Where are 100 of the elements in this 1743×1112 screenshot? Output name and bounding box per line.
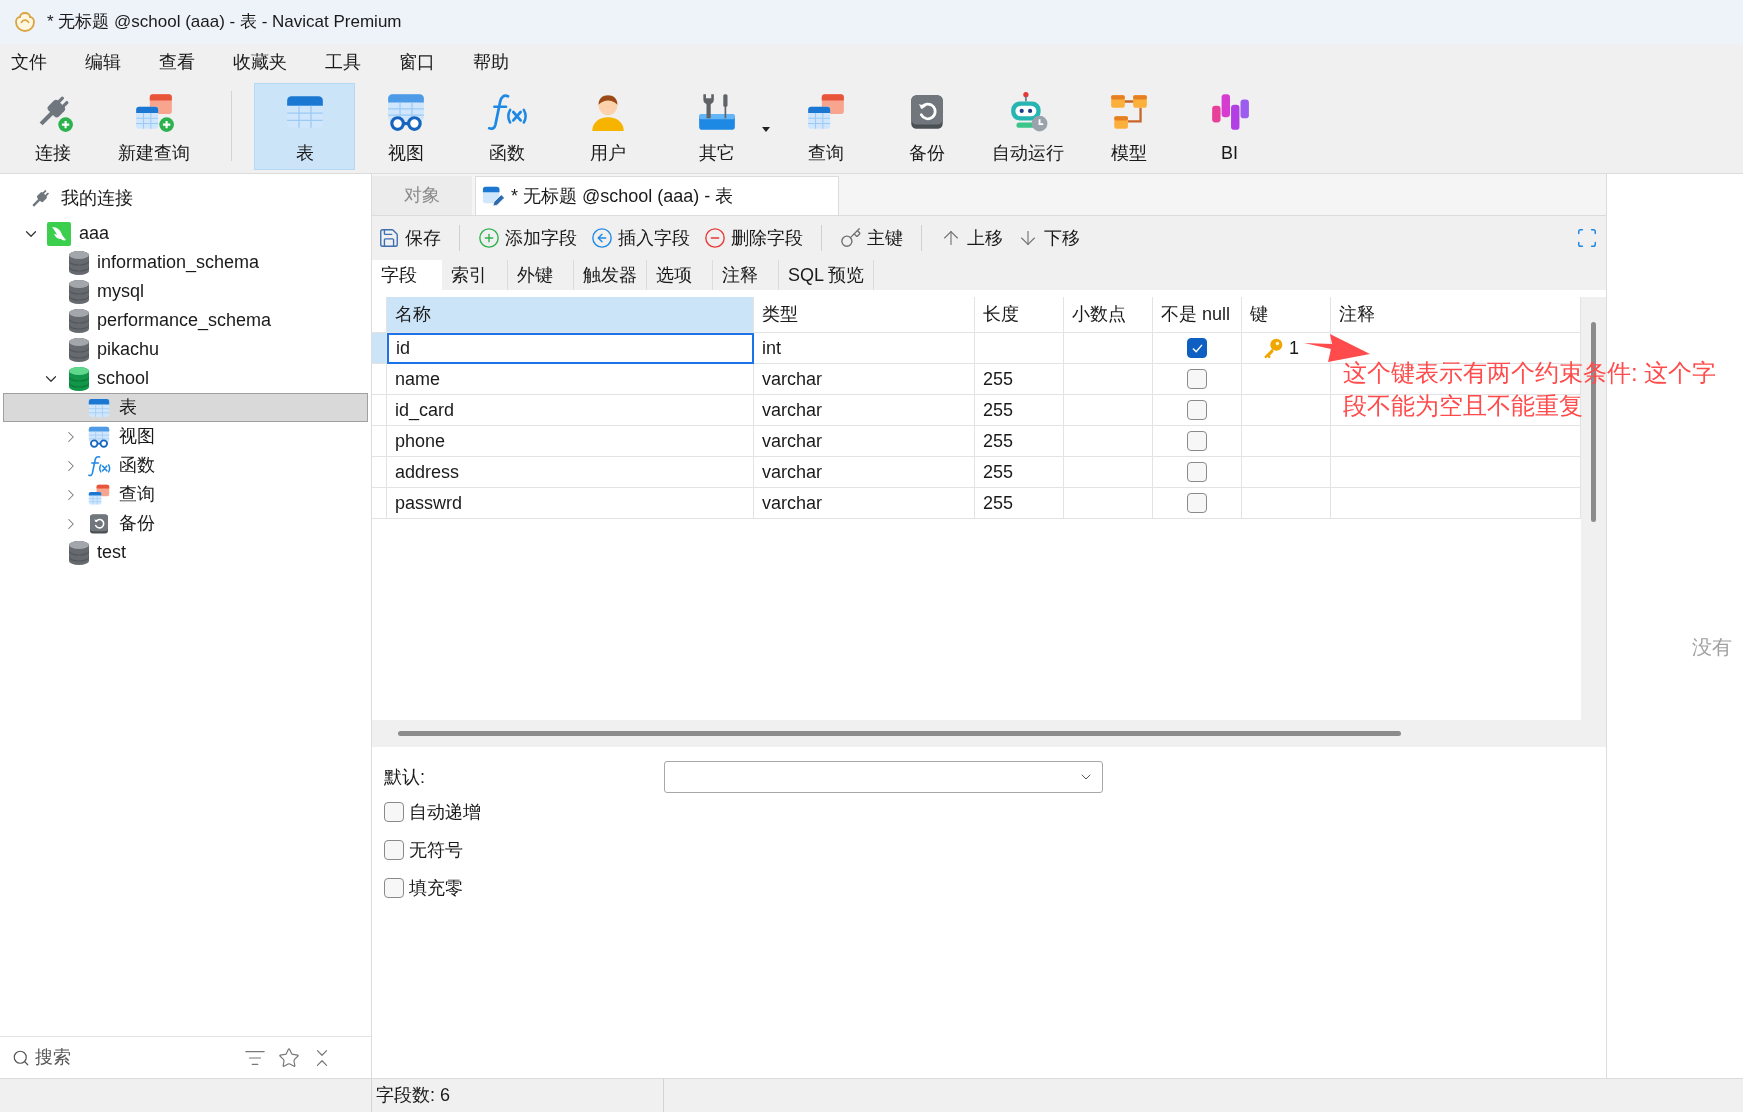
checkbox[interactable] bbox=[1187, 369, 1207, 389]
tree-item[interactable]: 视图 bbox=[3, 422, 368, 451]
toolbar-button[interactable]: 函数 bbox=[456, 83, 557, 170]
table-cell: varchar bbox=[754, 426, 975, 457]
toolbar-action[interactable]: 添加字段 bbox=[474, 221, 581, 255]
toolbar-button[interactable]: 其它 bbox=[658, 83, 775, 170]
option-label: 无符号 bbox=[409, 838, 463, 862]
tree-item[interactable]: mysql bbox=[3, 277, 368, 306]
left-arrow-circle-icon bbox=[591, 227, 613, 249]
menu-item[interactable]: 收藏夹 bbox=[225, 48, 295, 76]
checkbox[interactable] bbox=[384, 802, 404, 822]
tree-item[interactable]: school bbox=[3, 364, 368, 393]
function-icon bbox=[87, 453, 111, 478]
tree-item[interactable]: test bbox=[3, 538, 368, 567]
toolbar-button[interactable]: 视图 bbox=[355, 83, 456, 170]
menu-item[interactable]: 文件 bbox=[3, 48, 55, 76]
tree-item[interactable]: 查询 bbox=[3, 480, 368, 509]
row-marker[interactable] bbox=[372, 426, 387, 457]
document-tab[interactable]: * 无标题 @school (aaa) - 表 bbox=[475, 176, 839, 215]
row-marker[interactable] bbox=[372, 364, 387, 395]
checkbox[interactable] bbox=[1187, 400, 1207, 420]
table-cell: 255 bbox=[975, 488, 1064, 519]
toolbar-button[interactable]: 新建查询 bbox=[103, 83, 204, 170]
column-header: 键 bbox=[1242, 297, 1331, 333]
table-cell: passwrd bbox=[387, 488, 754, 519]
table-edit-icon bbox=[482, 185, 504, 207]
table-cell: varchar bbox=[754, 457, 975, 488]
tree-item[interactable]: aaa bbox=[3, 219, 368, 248]
table-cell: varchar bbox=[754, 488, 975, 519]
table-cell: 255 bbox=[975, 364, 1064, 395]
tree-item[interactable]: performance_schema bbox=[3, 306, 368, 335]
fullscreen-icon[interactable] bbox=[1576, 227, 1598, 249]
toolbar-action[interactable]: 插入字段 bbox=[587, 221, 694, 255]
table-cell: int bbox=[754, 333, 975, 364]
star-icon[interactable] bbox=[278, 1046, 300, 1069]
column-header: 小数点 bbox=[1064, 297, 1153, 333]
table-cell: 255 bbox=[975, 426, 1064, 457]
tree-item[interactable]: 表 bbox=[3, 393, 368, 422]
column-header: 注释 bbox=[1331, 297, 1581, 333]
column-header: 不是 null bbox=[1153, 297, 1242, 333]
check-icon bbox=[1191, 343, 1203, 353]
name-input[interactable]: id bbox=[387, 333, 754, 364]
table-cell: phone bbox=[387, 426, 754, 457]
table-cell: name bbox=[387, 364, 754, 395]
key-icon bbox=[840, 227, 862, 249]
toolbar-action[interactable]: 保存 bbox=[374, 221, 445, 255]
tree-item[interactable]: 备份 bbox=[3, 509, 368, 538]
default-dropdown[interactable] bbox=[664, 761, 1103, 793]
toolbar-action[interactable]: 主键 bbox=[836, 221, 907, 255]
table-cell: id_card bbox=[387, 395, 754, 426]
tree-item[interactable]: information_schema bbox=[3, 248, 368, 277]
tree-item[interactable]: pikachu bbox=[3, 335, 368, 364]
connection-icon bbox=[47, 221, 71, 246]
save-icon bbox=[378, 227, 400, 249]
toolbar-button[interactable]: 模型 bbox=[1078, 83, 1179, 170]
menu-item[interactable]: 查看 bbox=[151, 48, 203, 76]
toolbar-action[interactable]: 删除字段 bbox=[700, 221, 807, 255]
toolbar-button[interactable]: 备份 bbox=[876, 83, 977, 170]
toolbar-action[interactable]: 上移 bbox=[936, 221, 1007, 255]
menu-item[interactable]: 窗口 bbox=[391, 48, 443, 76]
column-header: 类型 bbox=[754, 297, 975, 333]
row-marker[interactable] bbox=[372, 457, 387, 488]
table-cell: 255 bbox=[975, 457, 1064, 488]
table-cell: varchar bbox=[754, 364, 975, 395]
checkbox[interactable] bbox=[1187, 431, 1207, 451]
menu-item[interactable]: 工具 bbox=[317, 48, 369, 76]
toolbar-button[interactable]: 用户 bbox=[557, 83, 658, 170]
row-marker[interactable] bbox=[372, 333, 387, 364]
subtab[interactable]: 字段 bbox=[372, 260, 442, 290]
option-label: 自动递增 bbox=[409, 800, 481, 824]
query-icon bbox=[87, 482, 111, 507]
checkbox[interactable] bbox=[1187, 338, 1207, 358]
caret-icon[interactable] bbox=[762, 127, 770, 132]
key-icon bbox=[1262, 337, 1284, 359]
column-header: 名称 bbox=[387, 297, 754, 333]
window-title: * 无标题 @school (aaa) - 表 - Navicat Premium bbox=[47, 11, 402, 34]
toolbar-button[interactable]: 查询 bbox=[775, 83, 876, 170]
checkbox[interactable] bbox=[1187, 462, 1207, 482]
menu-item[interactable]: 帮助 bbox=[465, 48, 517, 76]
view-icon bbox=[87, 424, 111, 449]
row-marker[interactable] bbox=[372, 395, 387, 426]
checkbox[interactable] bbox=[1187, 493, 1207, 513]
row-marker[interactable] bbox=[372, 488, 387, 519]
app-logo bbox=[13, 10, 37, 34]
checkbox[interactable] bbox=[384, 840, 404, 860]
backup-icon bbox=[87, 511, 111, 536]
table-cell: address bbox=[387, 457, 754, 488]
scrollbar[interactable] bbox=[398, 731, 1401, 736]
table-cell: varchar bbox=[754, 395, 975, 426]
tree-item[interactable]: 函数 bbox=[3, 451, 368, 480]
search-field[interactable]: 搜索 bbox=[35, 1043, 225, 1072]
toolbar-action[interactable]: 下移 bbox=[1013, 221, 1084, 255]
checkbox[interactable] bbox=[384, 878, 404, 898]
menu-item[interactable]: 编辑 bbox=[77, 48, 129, 76]
field-label: 默认: bbox=[384, 765, 426, 789]
toolbar-button[interactable]: BI bbox=[1179, 83, 1280, 170]
toolbar-button[interactable]: 自动运行 bbox=[977, 83, 1078, 170]
toolbar-button[interactable]: 连接 bbox=[2, 83, 103, 170]
toolbar-button[interactable]: 表 bbox=[254, 83, 355, 170]
info-text: 没有 bbox=[1692, 636, 1732, 658]
